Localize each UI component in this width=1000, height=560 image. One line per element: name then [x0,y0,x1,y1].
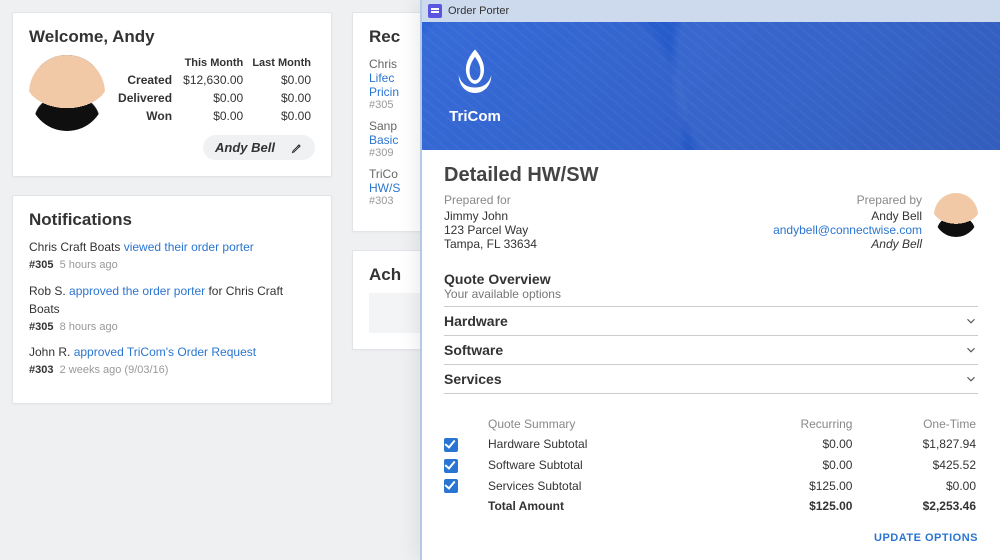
user-avatar [29,55,105,131]
checkbox[interactable] [444,479,458,493]
summary-total-label: Total Amount [464,496,734,516]
summary-item-recurring: $0.00 [734,434,855,455]
app-icon [428,4,442,18]
notif-tag: #303 [29,364,53,376]
stat-value: $0.00 [247,107,315,125]
stat-label: Created [113,71,178,89]
summary-row: Software Subtotal$0.00$425.52 [444,455,978,476]
prepared-by-name: Andy Bell [689,209,922,223]
prepared-by-avatar [934,193,978,237]
quote-title: Detailed HW/SW [444,164,978,187]
prepared-by-label: Prepared by [689,193,922,207]
summary-item-label: Services Subtotal [464,476,734,497]
stat-label: Won [113,107,178,125]
summary-item-onetime: $1,827.94 [854,434,978,455]
summary-item-onetime: $425.52 [854,455,978,476]
accordion-label: Hardware [444,313,508,329]
brand-name: TriCom [449,108,501,125]
prepared-for-label: Prepared for [444,193,677,207]
welcome-card: Welcome, Andy This Month Last Month Crea… [12,12,332,177]
prepared-for-addr2: Tampa, FL 33634 [444,237,677,251]
stat-value: $12,630.00 [178,71,247,89]
stats-table: This Month Last Month Created $12,630.00… [113,55,315,125]
summary-item-recurring: $0.00 [734,455,855,476]
notifications-heading: Notifications [29,210,315,230]
summary-head-onetime: One-Time [854,414,978,434]
stat-value: $0.00 [247,71,315,89]
notification-item[interactable]: John R. approved TriCom's Order Request #… [29,343,315,379]
accordion-section[interactable]: Software [444,335,978,365]
notifications-card: Notifications Chris Craft Boats viewed t… [12,195,332,404]
chevron-down-icon [964,314,978,328]
accordion-section[interactable]: Services [444,364,978,394]
summary-head-recurring: Recurring [734,414,855,434]
stat-value: $0.00 [247,89,315,107]
checkbox[interactable] [444,459,458,473]
checkbox[interactable] [444,438,458,452]
brand-flame-icon [446,44,504,102]
notif-when: 2 weeks ago (9/03/16) [60,364,169,376]
update-options-button[interactable]: UPDATE OPTIONS [874,528,978,548]
summary-item-recurring: $125.00 [734,476,855,497]
notif-tag: #305 [29,259,53,271]
notification-item[interactable]: Chris Craft Boats viewed their order por… [29,238,315,274]
chevron-down-icon [964,372,978,386]
prepared-by-signature: Andy Bell [689,237,922,251]
banner: TriCom [422,22,1000,150]
notif-tag: #305 [29,321,53,333]
stats-header-last-month: Last Month [247,55,315,71]
summary-total-recurring: $125.00 [734,496,855,516]
notif-action: viewed their order porter [124,240,254,254]
stat-label: Delivered [113,89,178,107]
welcome-heading: Welcome, Andy [29,27,315,47]
prepared-for-addr1: 123 Parcel Way [444,223,677,237]
notif-action: approved TriCom's Order Request [74,345,256,359]
accordion-label: Software [444,342,503,358]
accordion-section[interactable]: Hardware [444,306,978,336]
window-titlebar[interactable]: Order Porter [422,0,1000,22]
notif-who: Chris Craft Boats [29,240,120,254]
pencil-icon [291,142,303,154]
user-name: Andy Bell [215,140,275,155]
order-porter-window: Order Porter TriCom Detailed HW/SW Prepa… [420,0,1000,560]
accordion-label: Services [444,371,502,387]
prepared-for-name: Jimmy John [444,209,677,223]
notification-item[interactable]: Rob S. approved the order porter for Chr… [29,282,315,336]
quote-overview-subtitle: Your available options [444,287,978,301]
stats-header-this-month: This Month [178,55,247,71]
notif-who: Rob S. [29,284,66,298]
summary-head-label: Quote Summary [464,414,734,434]
notif-when: 5 hours ago [60,259,118,271]
window-title: Order Porter [448,5,509,17]
stat-value: $0.00 [178,107,247,125]
summary-row: Hardware Subtotal$0.00$1,827.94 [444,434,978,455]
stat-value: $0.00 [178,89,247,107]
summary-item-label: Software Subtotal [464,455,734,476]
chevron-down-icon [964,343,978,357]
notif-when: 8 hours ago [60,321,118,333]
notif-action: approved the order porter [69,284,205,298]
notif-who: John R. [29,345,70,359]
edit-name-pill[interactable]: Andy Bell [203,135,315,160]
summary-total-onetime: $2,253.46 [854,496,978,516]
summary-item-label: Hardware Subtotal [464,434,734,455]
quote-summary-table: Quote Summary Recurring One-Time Hardwar… [444,414,978,516]
summary-item-onetime: $0.00 [854,476,978,497]
summary-row: Services Subtotal$125.00$0.00 [444,476,978,497]
prepared-by-email[interactable]: andybell@connectwise.com [773,223,922,237]
quote-overview-title: Quote Overview [444,271,978,287]
